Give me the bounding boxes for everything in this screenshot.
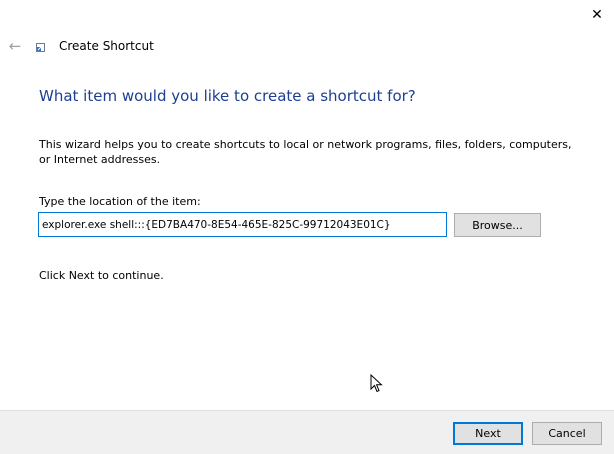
location-input[interactable] [38,212,447,237]
cancel-button[interactable]: Cancel [532,422,602,445]
wizard-description: This wizard helps you to create shortcut… [39,138,572,166]
window-title: Create Shortcut [59,39,154,53]
back-arrow-icon: ← [8,37,22,55]
create-shortcut-wizard: ✕ ← Create Shortcut What item would you … [0,0,614,454]
close-icon: ✕ [591,7,603,23]
back-button[interactable]: ← [4,36,26,56]
next-button[interactable]: Next [453,422,523,445]
page-heading: What item would you like to create a sho… [39,87,416,105]
browse-button[interactable]: Browse... [454,213,541,237]
continue-hint: Click Next to continue. [39,269,164,282]
mouse-pointer-icon [370,374,383,393]
close-button[interactable]: ✕ [580,0,614,30]
shortcut-icon [36,43,45,52]
wizard-footer: Next Cancel [0,410,614,454]
location-label: Type the location of the item: [39,195,201,208]
